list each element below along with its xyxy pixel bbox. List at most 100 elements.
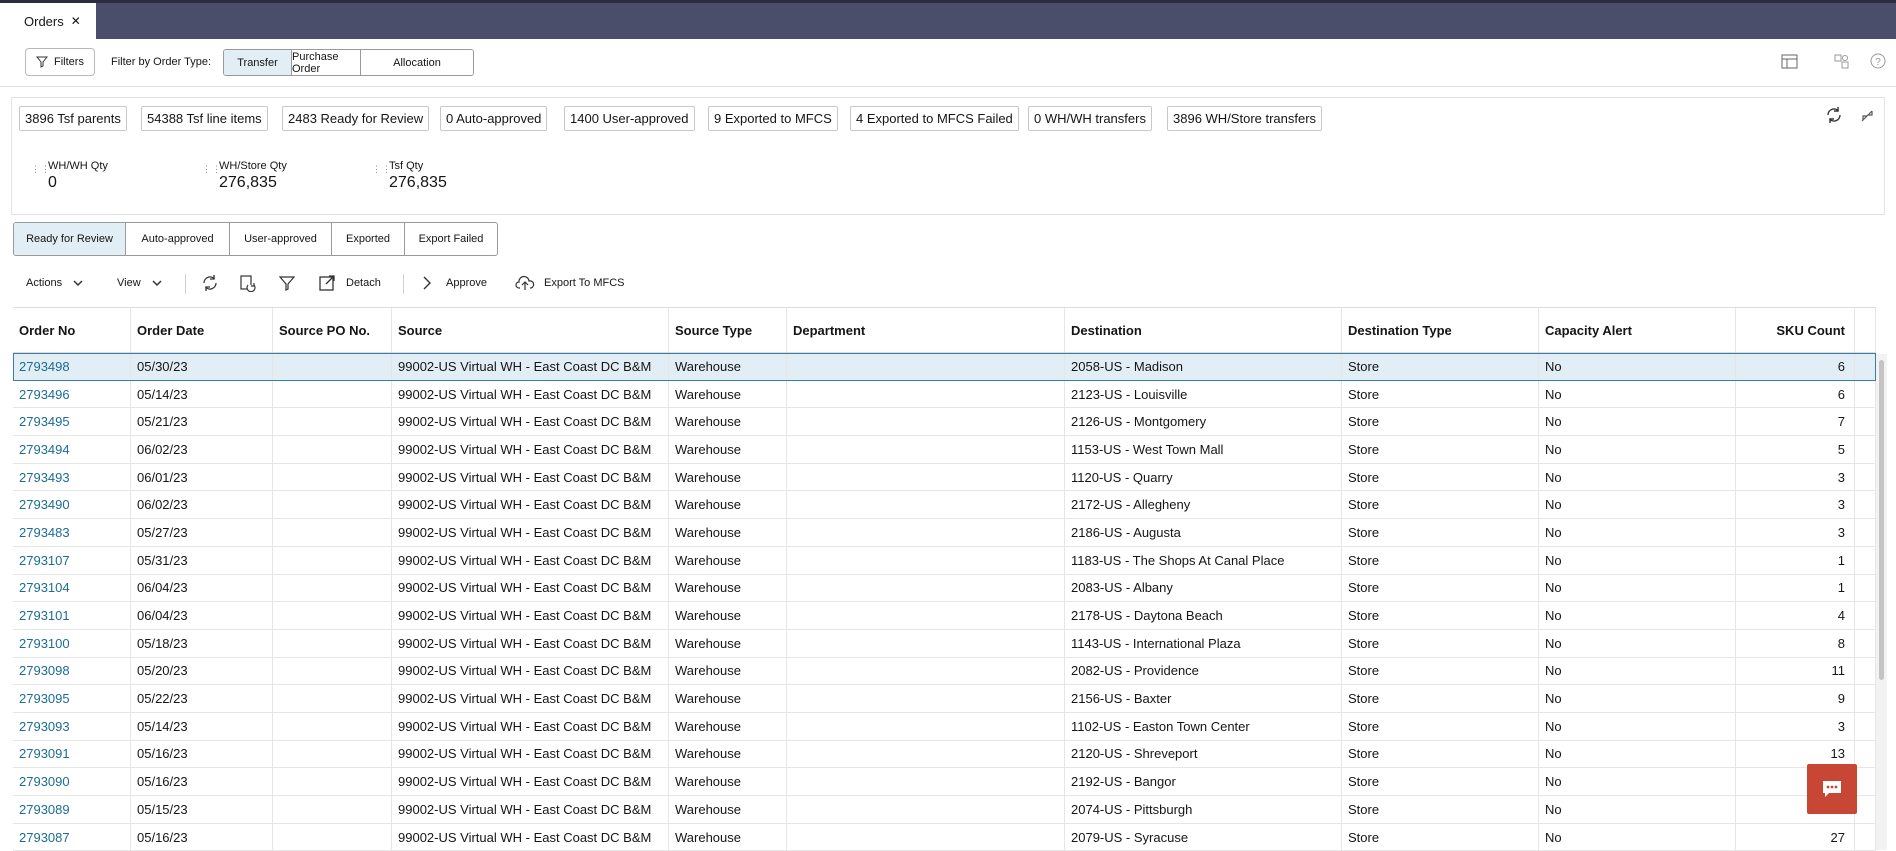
cell-source: 99002-US Virtual WH - East Coast DC B&M: [392, 353, 669, 380]
cell-order-date: 05/14/23: [131, 380, 273, 408]
cell-order-no[interactable]: 2793100: [13, 629, 131, 657]
column-header[interactable]: Source PO No.: [273, 308, 392, 352]
cell-order-no[interactable]: 2793495: [13, 408, 131, 436]
cell-order-date: 05/18/23: [131, 629, 273, 657]
approve-button[interactable]: Approve: [420, 268, 487, 298]
export-to-mfcs-button[interactable]: Export To MFCS: [515, 268, 625, 298]
scrollbar-thumb[interactable]: [1879, 360, 1884, 680]
row-spacer: [1855, 519, 1876, 546]
summary-chip[interactable]: 1400 User-approved: [564, 106, 695, 131]
table-row[interactable]: 2793093 05/14/23 99002-US Virtual WH - Eas…: [13, 712, 1876, 741]
help-icon[interactable]: ?: [1869, 52, 1887, 70]
table-row[interactable]: 2793496 05/14/23 99002-US Virtual WH - Eas…: [13, 380, 1876, 409]
cell-order-no[interactable]: 2793089: [13, 796, 131, 823]
layout-icon[interactable]: [1780, 52, 1798, 70]
cell-order-no[interactable]: 2793098: [13, 657, 131, 685]
cell-destination-type: Store: [1342, 823, 1539, 851]
cell-order-no[interactable]: 2793496: [13, 380, 131, 408]
table-row[interactable]: 2793095 05/22/23 99002-US Virtual WH - Eas…: [13, 685, 1876, 713]
table-row[interactable]: 2793101 06/04/23 99002-US Virtual WH - Eas…: [13, 602, 1876, 630]
column-header[interactable]: Capacity Alert: [1539, 308, 1736, 352]
cell-destination-type: Store: [1342, 740, 1539, 768]
summary-chip[interactable]: 3896 Tsf parents: [19, 106, 127, 131]
view-menu[interactable]: View: [117, 268, 163, 298]
detach-button[interactable]: Detach: [318, 268, 381, 298]
cell-source: 99002-US Virtual WH - East Coast DC B&M: [392, 574, 669, 602]
drag-handle-icon[interactable]: ⋮⋮: [31, 165, 51, 174]
cell-order-no[interactable]: 2793494: [13, 436, 131, 463]
order-type-transfer[interactable]: Transfer: [224, 50, 292, 75]
drag-handle-icon[interactable]: ⋮⋮: [372, 165, 392, 174]
summary-chip[interactable]: 0 WH/WH transfers: [1028, 106, 1152, 131]
table-row[interactable]: 2793104 06/04/23 99002-US Virtual WH - Eas…: [13, 574, 1876, 603]
collapse-icon[interactable]: [1858, 107, 1876, 125]
cell-order-no[interactable]: 2793095: [13, 685, 131, 712]
filter-table-button[interactable]: [279, 268, 295, 298]
cell-capacity-alert: No: [1539, 380, 1736, 408]
column-header[interactable]: Destination: [1065, 308, 1342, 352]
summary-chip[interactable]: 3896 WH/Store transfers: [1167, 106, 1323, 131]
close-icon[interactable]: ✕: [71, 14, 81, 28]
table-row[interactable]: 2793494 06/02/23 99002-US Virtual WH - Eas…: [13, 436, 1876, 464]
summary-chip[interactable]: 0 Auto-approved: [440, 106, 548, 131]
order-type-allocation[interactable]: Allocation: [361, 50, 473, 75]
table-row[interactable]: 2793498 05/30/23 99002-US Virtual WH - Eas…: [13, 353, 1876, 381]
refresh-icon[interactable]: [1825, 106, 1843, 124]
column-header[interactable]: Order No: [13, 308, 131, 352]
table-row[interactable]: 2793107 05/31/23 99002-US Virtual WH - Eas…: [13, 546, 1876, 575]
order-type-purchase-order[interactable]: Purchase Order: [292, 50, 361, 75]
cell-source-po: [273, 602, 392, 629]
cell-order-no[interactable]: 2793093: [13, 712, 131, 740]
sync-columns-button[interactable]: [239, 268, 257, 298]
tab-exported[interactable]: Exported: [332, 223, 405, 255]
summary-chip[interactable]: 54388 Tsf line items: [141, 106, 268, 131]
table-row[interactable]: 2793493 06/01/23 99002-US Virtual WH - Eas…: [13, 463, 1876, 492]
table-row[interactable]: 2793090 05/16/23 99002-US Virtual WH - Eas…: [13, 768, 1876, 796]
row-spacer: [1855, 353, 1876, 380]
tab-user-approved[interactable]: User-approved: [230, 223, 332, 255]
cell-order-no[interactable]: 2793490: [13, 491, 131, 519]
column-header[interactable]: Source: [392, 308, 669, 352]
cell-order-no[interactable]: 2793104: [13, 574, 131, 602]
cell-order-no[interactable]: 2793498: [13, 353, 131, 380]
table-row[interactable]: 2793091 05/16/23 99002-US Virtual WH - Eas…: [13, 740, 1876, 769]
cell-order-date: 06/02/23: [131, 436, 273, 463]
cell-order-no[interactable]: 2793101: [13, 602, 131, 629]
cell-source-po: [273, 436, 392, 463]
actions-menu[interactable]: Actions: [26, 268, 84, 298]
cell-order-no[interactable]: 2793090: [13, 768, 131, 795]
tab-ready-for-review[interactable]: Ready for Review: [14, 223, 126, 255]
tab-orders[interactable]: Orders ✕: [0, 3, 96, 39]
table-row[interactable]: 2793087 05/16/23 99002-US Virtual WH - Eas…: [13, 823, 1876, 851]
table-row[interactable]: 2793483 05/27/23 99002-US Virtual WH - Eas…: [13, 519, 1876, 547]
refresh-table-button[interactable]: [201, 268, 219, 298]
column-header[interactable]: SKU Count: [1736, 308, 1855, 352]
cell-order-no[interactable]: 2793091: [13, 740, 131, 768]
table-row[interactable]: 2793490 06/02/23 99002-US Virtual WH - Eas…: [13, 491, 1876, 520]
tab-auto-approved[interactable]: Auto-approved: [126, 223, 230, 255]
cell-order-no[interactable]: 2793107: [13, 546, 131, 574]
chat-button[interactable]: [1807, 764, 1857, 814]
column-header[interactable]: Order Date: [131, 308, 273, 352]
drag-handle-icon[interactable]: ⋮⋮: [202, 165, 222, 174]
table-row[interactable]: 2793100 05/18/23 99002-US Virtual WH - Eas…: [13, 629, 1876, 658]
cell-source-po: [273, 629, 392, 657]
cell-order-no[interactable]: 2793483: [13, 519, 131, 546]
inspect-icon[interactable]: [1832, 52, 1850, 70]
table-row[interactable]: 2793098 05/20/23 99002-US Virtual WH - Eas…: [13, 657, 1876, 686]
table-row[interactable]: 2793089 05/15/23 99002-US Virtual WH - Eas…: [13, 796, 1876, 824]
summary-chip[interactable]: 9 Exported to MFCS: [708, 106, 838, 131]
column-header[interactable]: Source Type: [669, 308, 787, 352]
summary-chip[interactable]: 4 Exported to MFCS Failed: [850, 106, 1019, 131]
tab-export-failed[interactable]: Export Failed: [405, 223, 497, 255]
cell-order-no[interactable]: 2793493: [13, 463, 131, 491]
column-header[interactable]: Department: [787, 308, 1065, 352]
cell-destination-type: Store: [1342, 380, 1539, 408]
toolbar-divider: [185, 274, 186, 294]
summary-chip[interactable]: 2483 Ready for Review: [282, 106, 430, 131]
table-row[interactable]: 2793495 05/21/23 99002-US Virtual WH - Eas…: [13, 408, 1876, 437]
cell-order-no[interactable]: 2793087: [13, 823, 131, 851]
filters-button[interactable]: Filters: [25, 48, 95, 76]
cell-source: 99002-US Virtual WH - East Coast DC B&M: [392, 519, 669, 546]
column-header[interactable]: Destination Type: [1342, 308, 1539, 352]
